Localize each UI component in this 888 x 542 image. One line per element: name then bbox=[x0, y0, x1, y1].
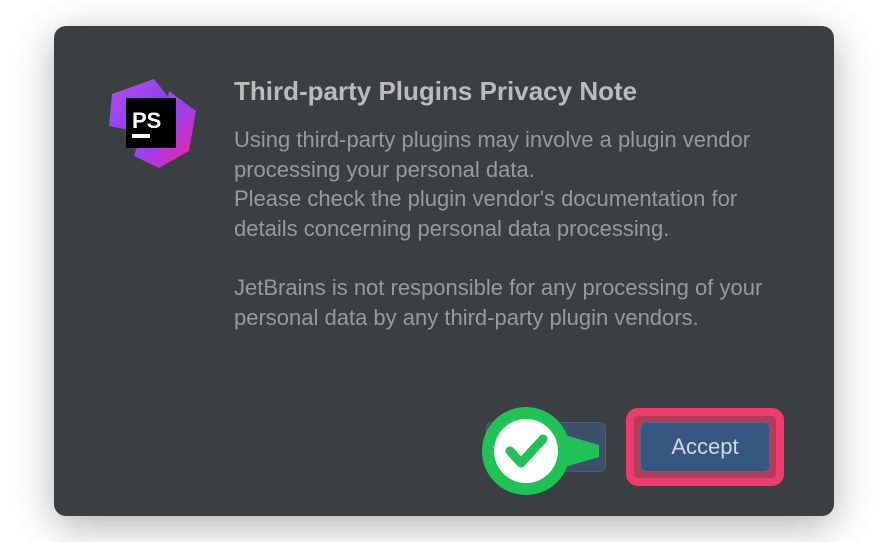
dialog-title: Third-party Plugins Privacy Note bbox=[234, 76, 784, 107]
dialog-icon-column: PS bbox=[104, 76, 234, 476]
phpstorm-logo-icon: PS bbox=[104, 76, 199, 171]
accept-button[interactable]: Accept bbox=[640, 422, 770, 472]
logo-text: PS bbox=[132, 108, 161, 133]
dialog-body-text: Using third-party plugins may involve a … bbox=[234, 125, 784, 333]
accept-highlight-annotation: Accept bbox=[626, 408, 784, 486]
privacy-note-dialog: PS Third-party Plugins Privacy Note Usin… bbox=[54, 26, 834, 516]
checkmark-annotation-icon bbox=[479, 401, 609, 506]
